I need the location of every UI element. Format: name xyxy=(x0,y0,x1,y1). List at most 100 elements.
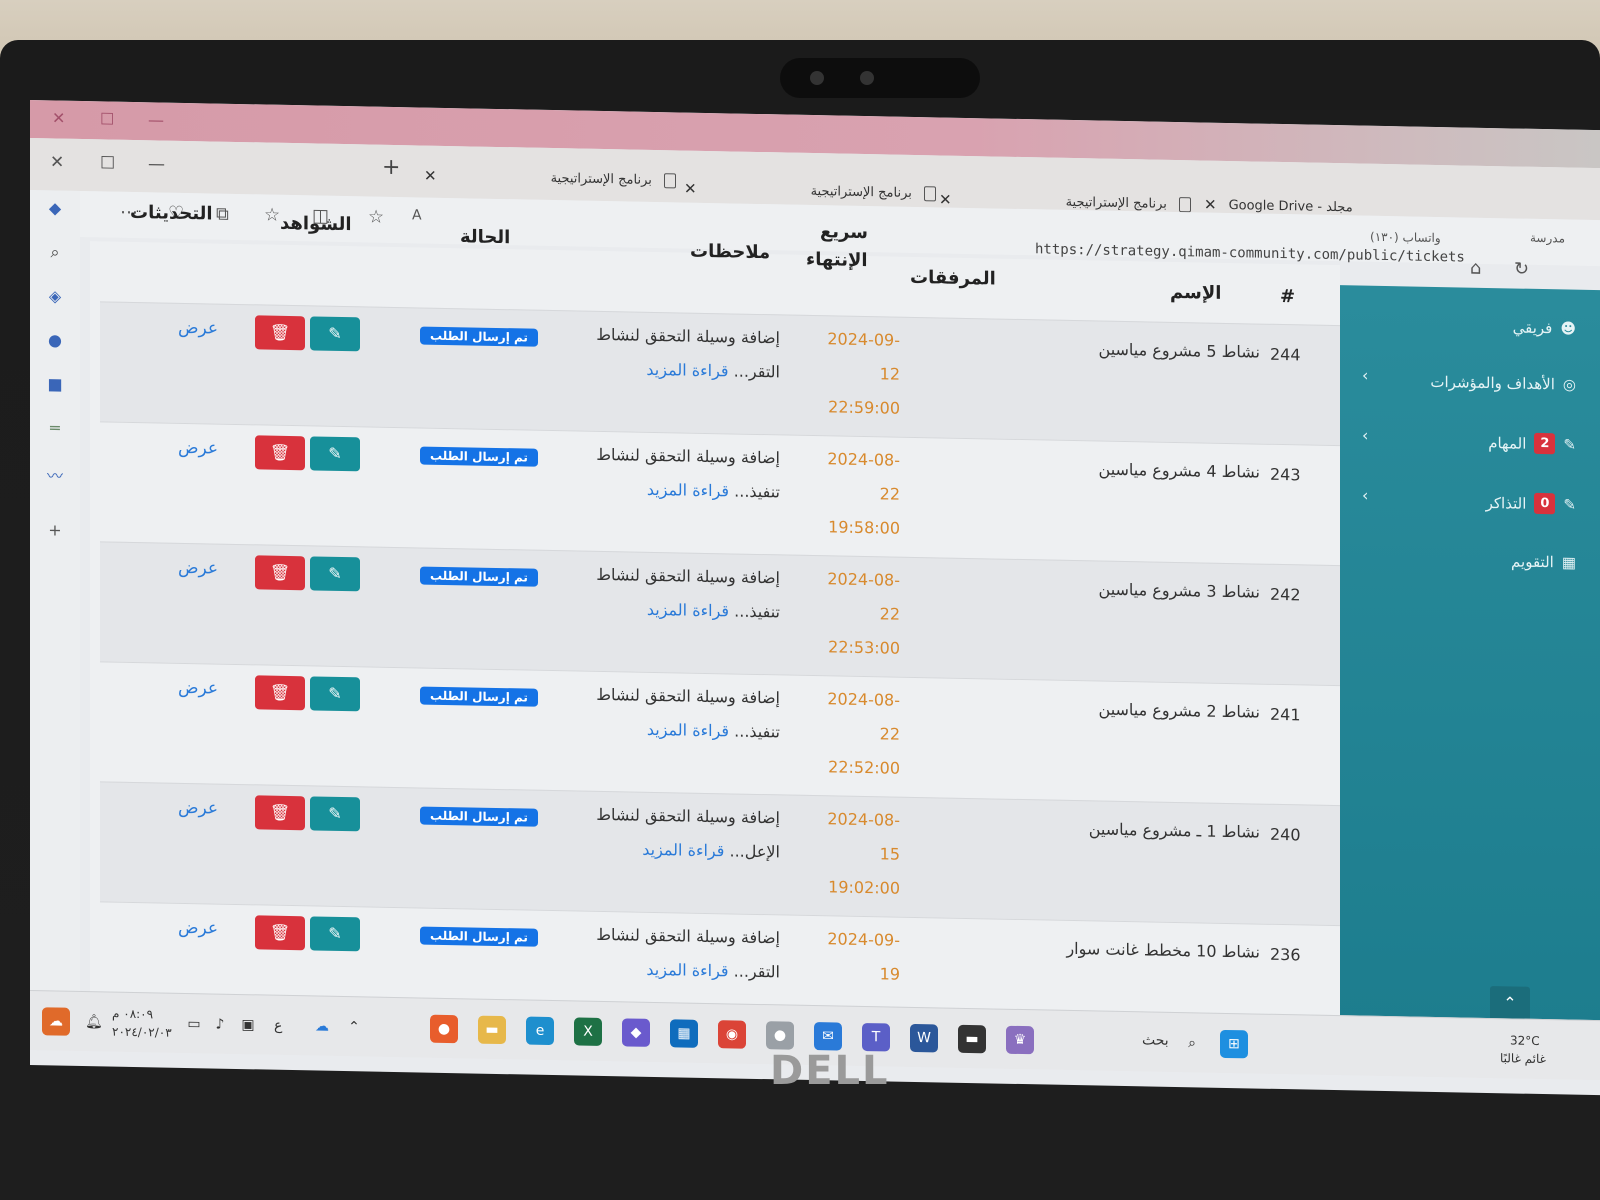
file-explorer-icon[interactable]: ▬ xyxy=(478,1015,506,1045)
read-more-link[interactable]: قراءة المزيد xyxy=(647,480,729,501)
row-name[interactable]: نشاط 10 مخطط غانت سوار xyxy=(1060,939,1260,962)
row-name[interactable]: نشاط 3 مشروع مياسين xyxy=(1060,579,1260,602)
mail-icon[interactable]: ✉ xyxy=(814,1022,842,1051)
edit-button[interactable]: ✎ xyxy=(310,316,360,352)
sidebar-item-label: الأهداف والمؤشرات xyxy=(1430,372,1555,394)
m365-icon[interactable]: ● xyxy=(44,330,66,352)
date-part: 2024-09- xyxy=(827,329,900,350)
restore-icon[interactable]: ☐ xyxy=(100,153,115,173)
home-icon[interactable]: ⌂ xyxy=(1470,258,1481,279)
edit-button[interactable]: ✎ xyxy=(310,916,360,952)
date-part: 2024-09- xyxy=(827,929,900,950)
widgets-icon[interactable]: ♛ xyxy=(1006,1025,1034,1055)
chevron-up-icon[interactable]: ⌃ xyxy=(340,1013,368,1042)
note-tail: تنفيذ... xyxy=(734,601,780,622)
browser-tab-1[interactable]: ✕ برنامج الإستراتيجية xyxy=(410,155,690,200)
row-name[interactable]: نشاط 4 مشروع مياسين xyxy=(1060,459,1260,482)
note-tail-row: التقر... قراءة المزيد xyxy=(540,351,780,390)
delete-button[interactable]: 🗑︎ xyxy=(255,795,305,831)
taskbar-search-label[interactable]: بحث xyxy=(1142,1032,1169,1049)
copilot-taskbar-icon[interactable]: ◆ xyxy=(622,1018,650,1047)
sidebar-item-tasks[interactable]: المهام 2 ✎ xyxy=(1488,432,1576,455)
favorites-icon[interactable]: ☆ xyxy=(264,204,280,225)
close-tab-icon[interactable]: ✕ xyxy=(684,180,697,198)
chevron-left-icon[interactable]: ‹ xyxy=(1362,486,1368,505)
minimize-icon[interactable]: — xyxy=(148,110,164,129)
sidebar-item-goals[interactable]: الأهداف والمؤشرات ◎ xyxy=(1430,373,1576,394)
search-icon[interactable]: ⌕ xyxy=(1178,1029,1206,1058)
outlook-icon[interactable]: ■ xyxy=(44,374,66,396)
edit-button[interactable]: ✎ xyxy=(310,556,360,592)
refresh-icon[interactable]: ↻ xyxy=(1514,258,1529,279)
clock-time[interactable]: ٠٨:٠٩ م xyxy=(112,1007,153,1022)
read-more-link[interactable]: قراءة المزيد xyxy=(646,360,728,381)
sidebar-item-calendar[interactable]: التقويم ▦ xyxy=(1511,552,1576,571)
tag-icon[interactable]: ◈ xyxy=(44,286,66,308)
date-part: 2024-08- xyxy=(827,809,900,830)
collections-icon[interactable]: ⧉ xyxy=(216,204,229,225)
read-more-link[interactable]: قراءة المزيد xyxy=(646,960,728,981)
search-icon[interactable]: ⌕ xyxy=(44,242,66,264)
minimize-window-icon[interactable]: — xyxy=(148,154,165,174)
read-more-link[interactable]: قراءة المزيد xyxy=(647,600,729,621)
delete-button[interactable]: 🗑︎ xyxy=(255,315,305,351)
weather-icon[interactable]: ☁ xyxy=(42,1007,70,1036)
copilot-icon[interactable]: ◆ xyxy=(44,198,66,220)
excel-icon[interactable]: X xyxy=(574,1017,602,1046)
date-day: 22 xyxy=(879,604,900,624)
edge-icon[interactable]: e xyxy=(526,1016,554,1046)
tools-icon[interactable]: ═ xyxy=(44,418,66,440)
language-indicator[interactable]: ع xyxy=(274,1018,282,1034)
read-more-link[interactable]: قراءة المزيد xyxy=(642,840,724,861)
view-link[interactable]: عرض xyxy=(178,678,218,699)
sidebar-item-team[interactable]: فريقي ☻ xyxy=(1513,318,1576,337)
activity-icon[interactable]: 〰 xyxy=(44,462,66,485)
close-tab-icon[interactable]: ✕ xyxy=(424,167,437,185)
sidebar-item-tickets[interactable]: التذاكر 0 ✎ xyxy=(1486,492,1576,515)
delete-button[interactable]: 🗑︎ xyxy=(255,555,305,591)
volume-icon[interactable]: ♪ xyxy=(206,1010,234,1039)
app-icon[interactable]: ● xyxy=(766,1021,794,1050)
clock-date[interactable]: ٢٠٢٤/٠٢/٠٣ xyxy=(112,1025,172,1040)
close-window-icon[interactable]: ✕ xyxy=(50,152,64,172)
chevron-left-icon[interactable]: ‹ xyxy=(1362,426,1368,445)
read-aloud-icon[interactable]: A xyxy=(412,207,422,223)
store-icon[interactable]: ▦ xyxy=(670,1019,698,1048)
delete-button[interactable]: 🗑︎ xyxy=(255,675,305,711)
row-name[interactable]: نشاط 1 ـ مشروع مياسين xyxy=(1060,819,1260,841)
view-link[interactable]: عرض xyxy=(178,318,218,339)
edit-button[interactable]: ✎ xyxy=(310,676,360,712)
battery-icon[interactable]: ▭ xyxy=(180,1010,208,1039)
new-tab-button[interactable]: + xyxy=(382,155,400,180)
close-tab-icon[interactable]: ✕ xyxy=(1204,196,1217,214)
scroll-top-button[interactable]: ⌃ xyxy=(1490,986,1530,1021)
school-label[interactable]: مدرسة xyxy=(1530,231,1565,246)
close-icon[interactable]: ✕ xyxy=(52,108,65,127)
network-icon[interactable]: ▣ xyxy=(234,1011,262,1040)
date-day: 22 xyxy=(879,724,900,744)
maximize-icon[interactable]: ☐ xyxy=(100,109,114,128)
star-icon[interactable]: ☆ xyxy=(368,206,384,227)
chrome-canary-icon[interactable]: ● xyxy=(430,1014,458,1044)
delete-button[interactable]: 🗑︎ xyxy=(255,435,305,471)
add-icon[interactable]: + xyxy=(44,520,66,542)
word-icon[interactable]: W xyxy=(910,1023,938,1053)
delete-button[interactable]: 🗑︎ xyxy=(255,915,305,951)
view-link[interactable]: عرض xyxy=(178,798,218,819)
view-link[interactable]: عرض xyxy=(178,438,218,459)
row-name[interactable]: نشاط 5 مشروع مياسين xyxy=(1060,339,1260,362)
chevron-left-icon[interactable]: ‹ xyxy=(1362,366,1368,385)
view-link[interactable]: عرض xyxy=(178,918,218,939)
start-icon[interactable]: ⊞ xyxy=(1220,1029,1248,1059)
row-name[interactable]: نشاط 2 مشروع مياسين xyxy=(1060,699,1260,722)
onedrive-icon[interactable]: ☁ xyxy=(308,1012,336,1041)
chrome-icon[interactable]: ◉ xyxy=(718,1020,746,1049)
edit-button[interactable]: ✎ xyxy=(310,796,360,832)
whatsapp-label[interactable]: (١٣٠) واتساب xyxy=(1370,230,1441,245)
read-more-link[interactable]: قراءة المزيد xyxy=(647,720,729,741)
edit-button[interactable]: ✎ xyxy=(310,436,360,472)
view-link[interactable]: عرض xyxy=(178,558,218,579)
notification-icon[interactable]: 🔔︎ xyxy=(80,1008,108,1037)
terminal-icon[interactable]: ▬ xyxy=(958,1024,986,1054)
close-tab-icon[interactable]: ✕ xyxy=(939,190,952,208)
